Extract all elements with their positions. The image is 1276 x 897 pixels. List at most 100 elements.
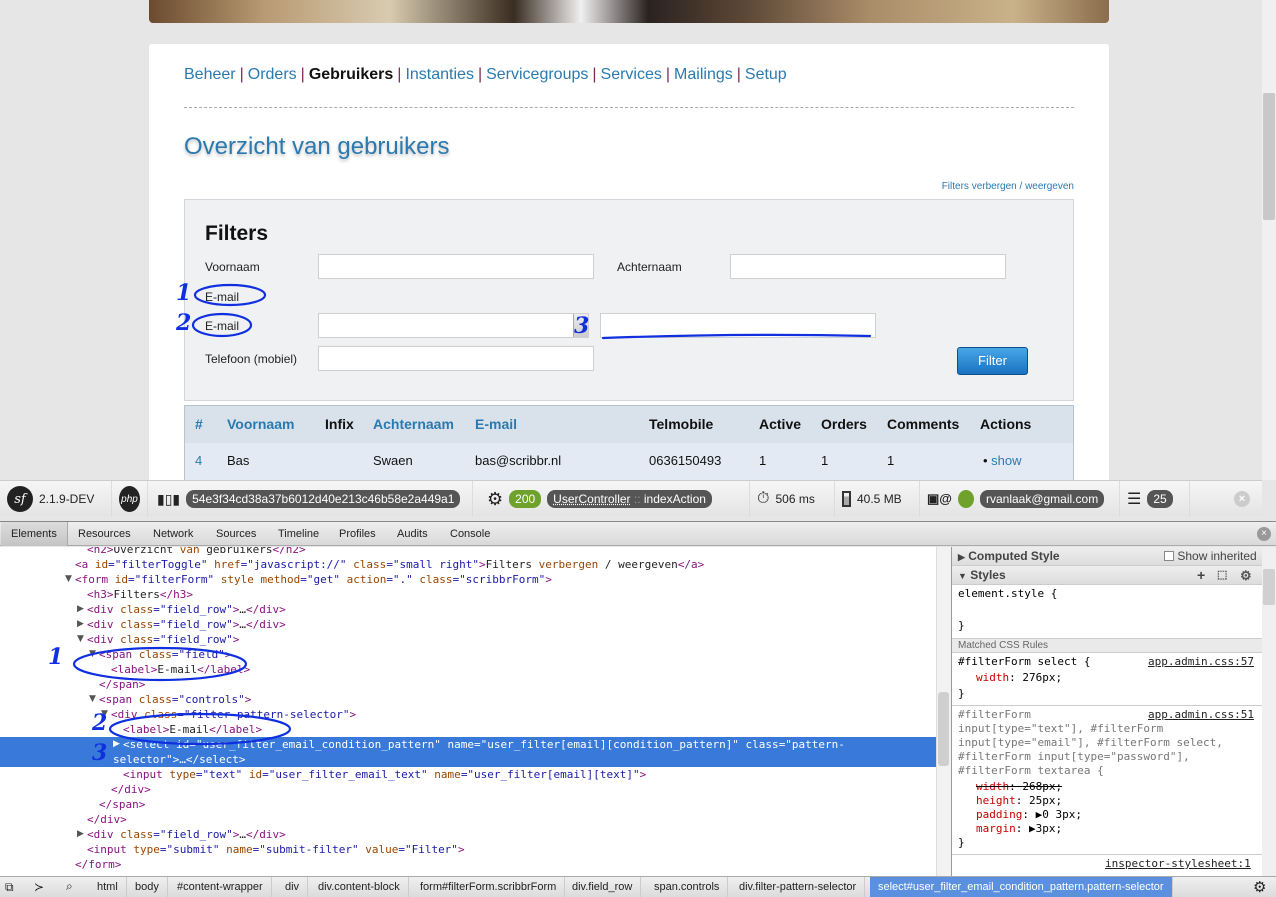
collapse-arrow-icon[interactable]: ▼ <box>89 692 96 707</box>
symfony-version[interactable]: 2.1.9-DEV <box>39 492 94 506</box>
dom-node[interactable]: </span> <box>0 797 936 812</box>
elements-scrollbar-thumb[interactable] <box>938 692 949 766</box>
rule2-selector-line[interactable]: input[type="text"], #filterForm <box>958 722 1163 736</box>
breadcrumb-item[interactable]: div.field_row <box>564 877 642 897</box>
devtools-tab-profiles[interactable]: Profiles <box>329 522 386 546</box>
dom-node[interactable]: ▼ <form id="filterForm" style method="get… <box>0 572 936 587</box>
breadcrumb-item[interactable]: form#filterForm.scribbrForm <box>412 877 566 897</box>
breadcrumb-item[interactable]: div.filter-pattern-selector <box>731 877 866 897</box>
filter-toggle-link[interactable]: Filters verbergen / weergeven <box>900 181 1074 192</box>
styles-scrollbar-thumb[interactable] <box>1263 569 1275 605</box>
collapse-arrow-icon[interactable]: ▼ <box>77 632 84 647</box>
cell-id[interactable]: 4 <box>195 453 202 468</box>
dom-node[interactable]: <label>E-mail</label> <box>0 722 936 737</box>
breadcrumb-item[interactable]: div.content-block <box>310 877 409 897</box>
expand-arrow-icon[interactable]: ▶ <box>113 737 120 752</box>
column-header-voornaam[interactable]: Voornaam <box>227 416 294 432</box>
request-time[interactable]: 506 ms <box>775 492 814 506</box>
styles-header[interactable]: ▼ Styles + ⬚ ⚙ <box>952 566 1262 585</box>
dom-node[interactable]: <input type="submit" name="submit-filter… <box>0 842 936 857</box>
column-header-achternaam[interactable]: Achternaam <box>373 416 454 432</box>
controller-action[interactable]: UserController :: indexAction <box>547 490 712 508</box>
collapse-arrow-icon[interactable]: ▼ <box>89 647 96 662</box>
breadcrumb-item[interactable]: span.controls <box>646 877 729 897</box>
rule1-prop[interactable]: width: 276px; <box>976 671 1062 685</box>
rule2-selector-line[interactable]: #filterForm textarea { <box>958 764 1104 778</box>
element-style-rule[interactable]: element.style { <box>958 587 1057 601</box>
rule2-prop[interactable]: height: 25px; <box>976 794 1062 808</box>
dom-node[interactable]: </div> <box>0 812 936 827</box>
collapse-arrow-icon[interactable]: ▼ <box>65 572 72 587</box>
dom-node[interactable]: <input type="text" id="user_filter_email… <box>0 767 936 782</box>
element-state-icon[interactable]: ⬚ <box>1217 566 1227 585</box>
computed-style-header[interactable]: ▶ Computed Style Show inherited <box>952 547 1262 566</box>
dom-node[interactable]: ▼ <div class="filter-pattern-selector"> <box>0 707 936 722</box>
dom-node[interactable]: <label>E-mail</label> <box>0 662 936 677</box>
memory-usage[interactable]: 40.5 MB <box>857 492 902 506</box>
voornaam-input[interactable] <box>318 254 594 279</box>
dom-node[interactable]: ▼ <span class="controls"> <box>0 692 936 707</box>
dom-node[interactable]: ▶ <div class="field_row">…</div> <box>0 617 936 632</box>
filter-submit-button[interactable]: Filter <box>957 347 1028 375</box>
dom-node-selected[interactable]: ▶ <select id="user_filter_email_condition… <box>0 737 936 752</box>
settings-gear-icon[interactable]: ⚙ <box>1253 878 1266 896</box>
breadcrumb-item[interactable]: select#user_filter_email_condition_patte… <box>870 877 1173 897</box>
breadcrumb-item[interactable]: html <box>89 877 127 897</box>
nav-item-orders[interactable]: Orders <box>248 66 297 83</box>
breadcrumb-item[interactable]: body <box>127 877 168 897</box>
rule2-prop[interactable]: margin: ▶3px; <box>976 822 1062 836</box>
status-code-badge[interactable]: 200 <box>509 490 542 508</box>
close-toolbar-icon[interactable]: × <box>1234 491 1250 507</box>
rule2-selector-line[interactable]: input[type="email"], #filterForm select, <box>958 736 1223 750</box>
rule2-prop[interactable]: width: 268px; <box>976 780 1062 794</box>
rule1-source-link[interactable]: app.admin.css:57 <box>1148 655 1254 669</box>
devtools-tab-audits[interactable]: Audits <box>387 522 438 546</box>
dom-node[interactable]: <h2>Overzicht van gebruikers</h2> <box>0 547 936 557</box>
close-devtools-icon[interactable]: × <box>1257 527 1271 541</box>
profiler-token[interactable]: 54e3f34cd38a37b6012d40e213c46b58e2a449a1 <box>186 490 461 508</box>
settings-gear-icon[interactable]: ⚙ <box>1240 566 1252 585</box>
dom-node-selected[interactable]: selector">…</select> <box>0 752 936 767</box>
dom-node[interactable]: </span> <box>0 677 936 692</box>
dom-node[interactable]: </div> <box>0 782 936 797</box>
column-header-email[interactable]: E-mail <box>475 416 517 432</box>
dom-node[interactable]: ▼ <div class="field_row"> <box>0 632 936 647</box>
dom-node[interactable]: <h3>Filters</h3> <box>0 587 936 602</box>
console-drawer-icon[interactable]: ≻ <box>34 880 44 894</box>
devtools-tab-timeline[interactable]: Timeline <box>268 522 329 546</box>
email-pattern-select[interactable] <box>318 313 589 338</box>
rule2-prop[interactable]: padding: ▶0 3px; <box>976 808 1082 822</box>
devtools-tab-sources[interactable]: Sources <box>206 522 266 546</box>
nav-item-mailings[interactable]: Mailings <box>674 66 733 83</box>
nav-item-servicegroups[interactable]: Servicegroups <box>486 66 588 83</box>
nav-item-setup[interactable]: Setup <box>745 66 787 83</box>
rule3-source-link[interactable]: inspector-stylesheet:1 <box>1105 857 1251 871</box>
dom-node[interactable]: ▶ <div class="field_row">…</div> <box>0 602 936 617</box>
page-scrollbar[interactable] <box>1262 0 1276 480</box>
telefoon-input[interactable] <box>318 346 594 371</box>
devtools-tab-network[interactable]: Network <box>143 522 203 546</box>
achternaam-input[interactable] <box>730 254 1006 279</box>
show-link[interactable]: show <box>991 453 1021 468</box>
styles-scrollbar[interactable] <box>1262 547 1276 876</box>
query-count[interactable]: 25 <box>1147 490 1173 508</box>
expand-arrow-icon[interactable]: ▶ <box>77 617 84 632</box>
search-icon[interactable]: ⌕ <box>66 879 73 894</box>
nav-item-beheer[interactable]: Beheer <box>184 66 236 83</box>
rule1-selector[interactable]: #filterForm select { <box>958 655 1090 669</box>
column-header-id[interactable]: # <box>195 416 203 432</box>
rule2-selector-line[interactable]: #filterForm input[type="password"], <box>958 750 1190 764</box>
dom-node[interactable]: ▶ <div class="field_row">…</div> <box>0 827 936 842</box>
nav-item-services[interactable]: Services <box>601 66 662 83</box>
devtools-tab-elements[interactable]: Elements <box>1 522 68 546</box>
rule2-selector-line[interactable]: #filterForm <box>958 708 1031 722</box>
page-scrollbar-thumb[interactable] <box>1263 93 1275 220</box>
show-inherited-checkbox[interactable] <box>1164 551 1174 561</box>
add-rule-icon[interactable]: + <box>1197 566 1205 585</box>
breadcrumb-item[interactable]: #content-wrapper <box>169 877 272 897</box>
breadcrumb-item[interactable]: div <box>277 877 309 897</box>
expand-arrow-icon[interactable]: ▶ <box>77 827 84 842</box>
devtools-tab-resources[interactable]: Resources <box>68 522 141 546</box>
dom-node[interactable]: </form> <box>0 857 936 872</box>
devtools-tab-console[interactable]: Console <box>440 522 500 546</box>
